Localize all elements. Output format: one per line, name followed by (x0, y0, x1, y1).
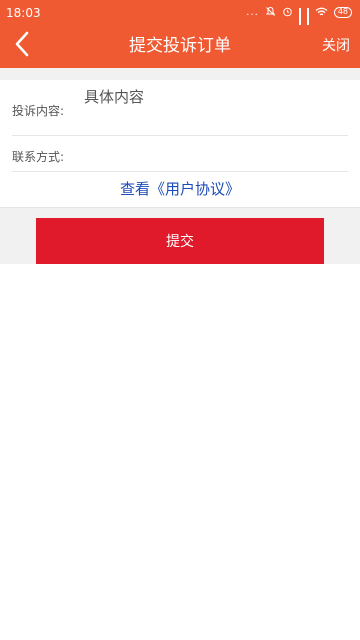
more-dots-icon: ... (246, 6, 259, 18)
nav-bar: 提交投诉订单 关闭 (0, 25, 360, 68)
signal-icon (298, 7, 301, 33)
content-textarea[interactable]: 具体内容 (84, 86, 350, 130)
battery-icon: 48 (333, 7, 352, 18)
status-icons: ... 48 (246, 6, 352, 33)
submit-button[interactable]: 提交 (36, 218, 324, 264)
spacer (0, 68, 360, 80)
complaint-form: 投诉内容: 具体内容 联系方式: 查看《用户协议》 (0, 80, 360, 207)
page-title: 提交投诉订单 (129, 36, 231, 56)
alarm-clock-icon (282, 6, 293, 19)
chevron-left-icon (14, 31, 30, 61)
signal-icon-2 (306, 7, 309, 33)
content-label: 投诉内容: (12, 104, 65, 118)
close-button[interactable]: 关闭 (322, 25, 350, 68)
back-button[interactable] (8, 31, 36, 61)
contact-label: 联系方式: (12, 150, 65, 164)
contact-row: 联系方式: (0, 136, 360, 172)
wifi-icon (315, 7, 328, 19)
bell-off-icon (265, 6, 276, 19)
divider (12, 171, 348, 172)
contact-input[interactable] (80, 142, 350, 166)
status-bar: 18:03 ... 48 (0, 0, 360, 33)
content-row: 投诉内容: 具体内容 (0, 80, 360, 136)
user-agreement-link[interactable]: 查看《用户协议》 (0, 178, 360, 199)
status-time: 18:03 (6, 5, 41, 20)
